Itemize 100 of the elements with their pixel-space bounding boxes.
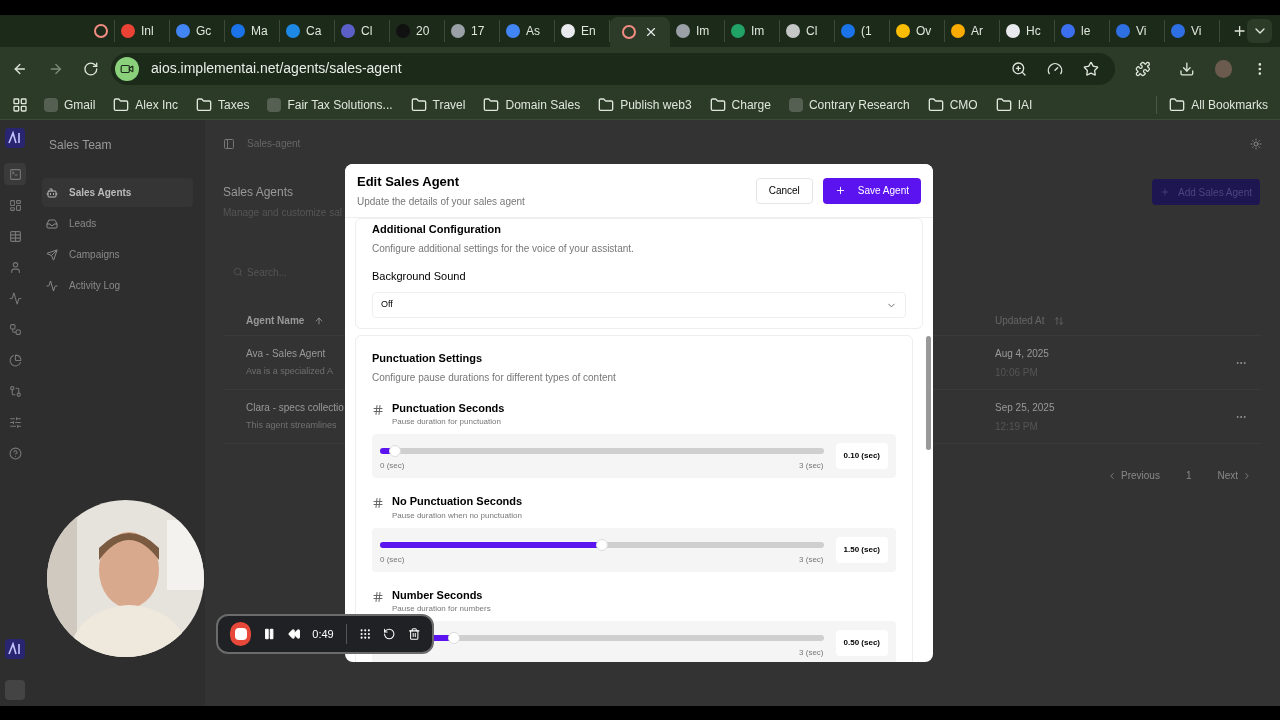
bookmark[interactable]: Domain Sales (483, 95, 581, 114)
browser-tab[interactable]: Inl (115, 20, 170, 42)
site-icon (267, 97, 282, 112)
folder-icon (196, 96, 213, 113)
pause-icon[interactable] (263, 627, 276, 641)
bookmark[interactable]: Alex Inc (113, 95, 179, 114)
scrollbar[interactable] (926, 336, 931, 450)
browser-tab[interactable]: Cl (780, 20, 835, 42)
tab-title: Vi (1191, 23, 1203, 40)
sidebar-item[interactable]: Campaigns (42, 240, 193, 269)
slider-thumb[interactable] (448, 632, 461, 644)
slider-track[interactable] (380, 541, 824, 548)
hash-icon (372, 403, 384, 416)
agent-name: Clara - specs collectio (246, 401, 345, 416)
previous-button[interactable]: Previous (1106, 468, 1160, 483)
bookmark[interactable]: Charge (709, 95, 771, 114)
browser-tab[interactable]: Ov (890, 20, 945, 42)
max-label: 3 (sec) (799, 460, 824, 472)
sound-select[interactable]: Off (372, 292, 906, 318)
site-icon (44, 97, 58, 112)
bookmark[interactable]: Gmail (44, 95, 96, 114)
all-bookmarks[interactable]: All Bookmarks (1156, 95, 1268, 114)
sidebar-item[interactable]: Sales Agents (42, 178, 193, 207)
zoom-icon[interactable] (1011, 60, 1028, 77)
browser-tab[interactable]: Gc (170, 20, 225, 42)
extensions-icon[interactable] (1135, 60, 1152, 77)
tab-title: (1 (861, 23, 873, 40)
save-button[interactable]: Save Agent (822, 177, 921, 204)
slider-track[interactable] (380, 448, 824, 454)
bookmark-star-icon[interactable] (1083, 60, 1100, 77)
restart-icon[interactable] (383, 627, 396, 641)
slider-thumb[interactable] (595, 538, 608, 551)
browser-tab[interactable]: Ar (945, 20, 1000, 42)
page-button[interactable]: 1 (1179, 468, 1198, 483)
column-header[interactable]: Agent Name (223, 313, 333, 328)
chevron-right-icon (1242, 470, 1252, 481)
value-display: 0.10 (sec) (835, 443, 888, 469)
address-bar[interactable]: aios.implementai.net/agents/sales-agent (111, 52, 1116, 85)
close-icon[interactable] (644, 25, 658, 39)
bookmark[interactable]: Contrary Research (788, 95, 910, 114)
nav-icon[interactable] (4, 163, 26, 185)
sort-icon[interactable] (314, 315, 325, 326)
rewind-icon[interactable] (287, 627, 301, 641)
performance-icon[interactable] (1047, 60, 1064, 77)
folder-icon (995, 96, 1012, 113)
min-label: 0 (sec) (380, 460, 405, 472)
delete-icon[interactable] (407, 627, 420, 641)
plus-icon (1160, 187, 1171, 197)
browser-tab[interactable]: Im (725, 20, 780, 42)
sidebar-item[interactable]: Leads (42, 209, 193, 238)
browser-tab[interactable]: Vi (1110, 20, 1165, 42)
bookmark[interactable]: Fair Tax Solutions... (267, 95, 393, 114)
next-button[interactable]: Next (1217, 468, 1252, 483)
grid-icon[interactable] (358, 627, 372, 641)
cancel-button[interactable]: Cancel (755, 177, 813, 204)
updated-date: Sep 25, 2025 (995, 400, 1056, 415)
team-name: Sales Team (48, 137, 113, 154)
sidebar-item[interactable]: Activity Log (42, 271, 193, 300)
logo-icon (5, 128, 25, 148)
section-description: Configure additional settings for the voice of your assistant. (372, 241, 635, 256)
camera-icon[interactable] (115, 56, 139, 81)
browser-tab[interactable]: le (1055, 20, 1110, 42)
nav-item-icon (46, 279, 58, 292)
browser-tab[interactable]: Hc (1000, 20, 1055, 42)
slider-thumb[interactable] (388, 445, 401, 457)
reload-icon[interactable] (83, 60, 99, 77)
setting-hint: Pause duration when no punctuation (392, 509, 523, 522)
bookmark[interactable]: Travel (410, 95, 466, 114)
max-label: 3 (sec) (799, 647, 824, 659)
browser-tab[interactable]: As (500, 20, 555, 42)
theme-icon[interactable] (1250, 137, 1262, 150)
new-tab-icon[interactable] (1232, 23, 1248, 39)
browser-tab[interactable]: Cl (335, 20, 390, 42)
bookmark[interactable]: CMO (927, 95, 978, 114)
browser-tab[interactable]: Ma (225, 20, 280, 42)
recording-time: 0:49 (312, 626, 334, 642)
folder-icon (483, 96, 500, 113)
tab-title: Cl (361, 23, 374, 40)
download-icon[interactable] (1179, 60, 1195, 77)
setting-title: No Punctuation Seconds (392, 494, 523, 509)
browser-tab[interactable]: (1 (835, 20, 890, 42)
nav-item-icon (46, 186, 58, 199)
sidebar-toggle-icon[interactable] (223, 137, 235, 150)
stop-button[interactable] (230, 622, 252, 646)
browser-tab[interactable]: Ca (280, 20, 335, 42)
apps-icon[interactable] (12, 96, 28, 113)
section-title: Additional Configuration (372, 222, 502, 237)
browser-tab[interactable] (610, 17, 670, 47)
tab-title: Cl (806, 23, 819, 40)
bookmark[interactable]: Taxes (196, 95, 250, 114)
browser-tab[interactable]: 17 (445, 20, 500, 42)
browser-tab[interactable]: Vi (1165, 20, 1220, 42)
bookmark[interactable]: IAI (995, 95, 1033, 114)
browser-tab[interactable]: 20 (390, 20, 445, 42)
browser-tab[interactable]: Im (670, 20, 725, 42)
tab-title: En (581, 23, 597, 40)
bookmark[interactable]: Publish web3 (598, 95, 692, 114)
tab-list-button[interactable] (1247, 19, 1272, 43)
tab-title: Ma (251, 23, 269, 40)
nav-item-icon (46, 248, 58, 261)
